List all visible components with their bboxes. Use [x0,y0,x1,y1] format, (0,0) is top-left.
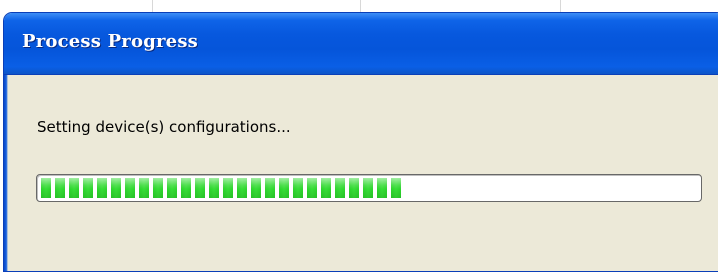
progress-bar-fill [40,178,401,198]
status-message: Setting device(s) configurations... [37,118,291,136]
process-progress-dialog: Process Progress Setting device(s) confi… [3,12,718,272]
title-bar[interactable]: Process Progress [4,13,718,75]
dialog-content: Setting device(s) configurations... [4,75,718,271]
background-divider [152,0,153,12]
progress-bar-gloss [40,178,401,198]
progress-bar [36,174,702,202]
window-title: Process Progress [22,31,198,52]
background-divider [560,0,561,12]
background-divider [360,0,361,12]
window-left-border [4,75,8,271]
